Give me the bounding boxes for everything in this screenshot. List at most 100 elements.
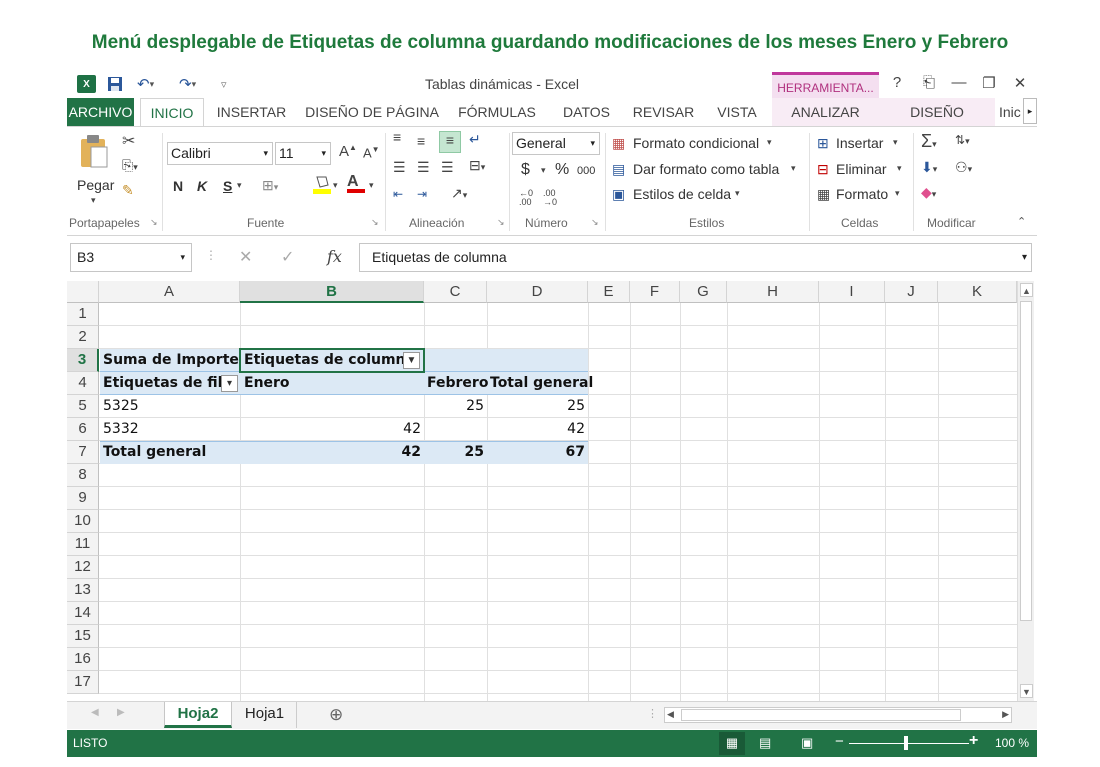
tab-insertar[interactable]: INSERTAR xyxy=(209,98,294,126)
cell-b6[interactable]: 42 xyxy=(240,418,424,441)
bold-button[interactable]: N xyxy=(173,178,183,194)
row-header-10[interactable]: 10 xyxy=(67,510,99,533)
normal-view-icon[interactable]: ▦ xyxy=(719,732,745,755)
sort-filter-icon[interactable]: ⇅▾ xyxy=(955,133,970,147)
alignment-launcher-icon[interactable]: ↘ xyxy=(497,217,505,228)
column-header-k[interactable]: K xyxy=(938,281,1017,303)
underline-dropdown-icon[interactable]: ▾ xyxy=(237,180,242,191)
chevron-down-icon[interactable]: ▾ xyxy=(893,137,898,148)
cell-styles-icon[interactable]: ▣ xyxy=(612,186,625,203)
insert-cells-icon[interactable]: ⊞ xyxy=(817,135,829,152)
page-layout-icon[interactable]: ▤ xyxy=(759,735,771,751)
tab-inicio[interactable]: INICIO xyxy=(140,98,204,127)
row-header-5[interactable]: 5 xyxy=(67,395,99,418)
cell-b4[interactable]: Enero xyxy=(241,372,293,395)
font-size-select[interactable]: 11 ▾ xyxy=(275,142,331,165)
formula-input[interactable]: Etiquetas de columna ▾ xyxy=(359,243,1032,272)
close-icon[interactable]: ✕ xyxy=(1010,74,1030,92)
borders-icon[interactable]: ⊞▾ xyxy=(262,177,278,194)
column-header-a[interactable]: A xyxy=(99,281,240,303)
font-color-dropdown-icon[interactable]: ▾ xyxy=(369,180,374,191)
chevron-down-icon[interactable]: ▾ xyxy=(791,163,796,174)
split-handle-icon[interactable]: ⋮ xyxy=(647,707,658,720)
row-header-11[interactable]: 11 xyxy=(67,533,99,556)
row-labels-filter-icon[interactable]: ▾ xyxy=(221,375,238,392)
scroll-down-icon[interactable]: ▼ xyxy=(1020,684,1033,698)
conditional-format-button[interactable]: Formato condicional xyxy=(633,135,759,151)
cell-d6[interactable]: 42 xyxy=(487,418,588,441)
number-format-select[interactable]: General ▾ xyxy=(512,132,600,155)
column-header-f[interactable]: F xyxy=(630,281,680,303)
clear-icon[interactable]: ◆▾ xyxy=(921,184,936,201)
currency-dropdown-icon[interactable]: ▾ xyxy=(541,165,546,176)
insert-button[interactable]: Insertar xyxy=(836,135,883,151)
cell-d7[interactable]: 67 xyxy=(487,441,588,464)
insert-function-button[interactable]: fx xyxy=(327,247,342,266)
scroll-right-icon[interactable]: ▶ xyxy=(1002,709,1009,720)
select-all-corner[interactable] xyxy=(67,281,99,303)
scroll-up-icon[interactable]: ▲ xyxy=(1020,283,1033,297)
cell-c4[interactable]: Febrero xyxy=(424,372,488,395)
row-header-15[interactable]: 15 xyxy=(67,625,99,648)
row-header-2[interactable]: 2 xyxy=(67,326,99,349)
increase-font-icon[interactable]: A▲ xyxy=(339,143,357,160)
row-header-12[interactable]: 12 xyxy=(67,556,99,579)
copy-icon[interactable]: ⎘▾ xyxy=(122,157,138,174)
worksheet-grid[interactable]: A B C D E F G H I J K 1 2 3 4 5 6 7 8 9 … xyxy=(67,281,1017,701)
cell-d5[interactable]: 25 xyxy=(487,395,588,418)
column-header-i[interactable]: I xyxy=(819,281,885,303)
tab-analizar[interactable]: ANALIZAR xyxy=(772,98,879,126)
percent-button[interactable]: % xyxy=(555,161,569,179)
wrap-text-icon[interactable]: ↵ xyxy=(469,131,481,148)
chevron-down-icon[interactable]: ▾ xyxy=(767,137,772,148)
minimize-icon[interactable]: — xyxy=(949,74,969,91)
fill-color-icon[interactable] xyxy=(312,173,332,198)
column-header-h[interactable]: H xyxy=(727,281,819,303)
tab-scroll-right-icon[interactable]: ▸ xyxy=(1023,98,1037,124)
fill-dropdown-icon[interactable]: ▾ xyxy=(333,180,338,191)
paste-label[interactable]: Pegar xyxy=(77,177,114,193)
decrease-indent-icon[interactable]: ⇤ xyxy=(393,187,403,201)
formula-bar-options-icon[interactable]: ⋮ xyxy=(205,248,217,262)
row-header-7[interactable]: 7 xyxy=(67,441,99,464)
cell-c5[interactable]: 25 xyxy=(424,395,487,418)
number-launcher-icon[interactable]: ↘ xyxy=(591,217,599,228)
italic-button[interactable]: K xyxy=(197,178,207,194)
autosum-icon[interactable]: Σ▾ xyxy=(921,131,937,152)
cell-a4[interactable]: Etiquetas de fila xyxy=(100,372,235,395)
sheet-scroll-right-icon[interactable]: ▶ xyxy=(117,707,125,718)
row-header-1[interactable]: 1 xyxy=(67,303,99,326)
cut-icon[interactable]: ✂ xyxy=(122,131,135,151)
row-header-6[interactable]: 6 xyxy=(67,418,99,441)
chevron-down-icon[interactable]: ▾ xyxy=(735,188,740,199)
font-name-select[interactable]: Calibri ▾ xyxy=(167,142,273,165)
zoom-slider-thumb[interactable] xyxy=(904,736,908,750)
page-break-icon[interactable]: ▣ xyxy=(801,735,813,751)
row-header-14[interactable]: 14 xyxy=(67,602,99,625)
align-top-icon[interactable]: ≡ xyxy=(393,129,401,145)
format-cells-icon[interactable]: ▦ xyxy=(817,186,830,203)
format-table-button[interactable]: Dar formato como tabla xyxy=(633,161,779,177)
row-header-13[interactable]: 13 xyxy=(67,579,99,602)
sheet-tab-hoja2[interactable]: Hoja2 xyxy=(164,702,232,728)
cell-a5[interactable]: 5325 xyxy=(100,395,142,418)
horizontal-scrollbar[interactable]: ◀ ▶ xyxy=(664,707,1012,723)
zoom-out-icon[interactable]: − xyxy=(835,733,844,750)
format-table-icon[interactable]: ▤ xyxy=(612,161,625,178)
scroll-left-icon[interactable]: ◀ xyxy=(667,709,674,720)
orientation-icon[interactable]: ↗▾ xyxy=(451,185,467,202)
column-header-e[interactable]: E xyxy=(588,281,630,303)
column-header-d[interactable]: D xyxy=(487,281,588,303)
name-box[interactable]: B3 ▾ xyxy=(70,243,192,272)
sheet-scroll-left-icon[interactable]: ◀ xyxy=(91,707,99,718)
row-header-8[interactable]: 8 xyxy=(67,464,99,487)
new-sheet-icon[interactable]: ⊕ xyxy=(329,705,343,725)
column-header-c[interactable]: C xyxy=(424,281,487,303)
increase-decimal-icon[interactable]: ←0.00 xyxy=(519,189,533,207)
align-right-icon[interactable]: ☰ xyxy=(441,159,454,176)
scroll-thumb[interactable] xyxy=(1020,301,1032,621)
ribbon-display-icon[interactable]: ⎗ xyxy=(919,74,939,91)
font-color-icon[interactable]: A xyxy=(347,173,365,193)
tab-archivo[interactable]: ARCHIVO xyxy=(67,98,134,126)
cell-a3[interactable]: Suma de Importe xyxy=(100,349,242,372)
